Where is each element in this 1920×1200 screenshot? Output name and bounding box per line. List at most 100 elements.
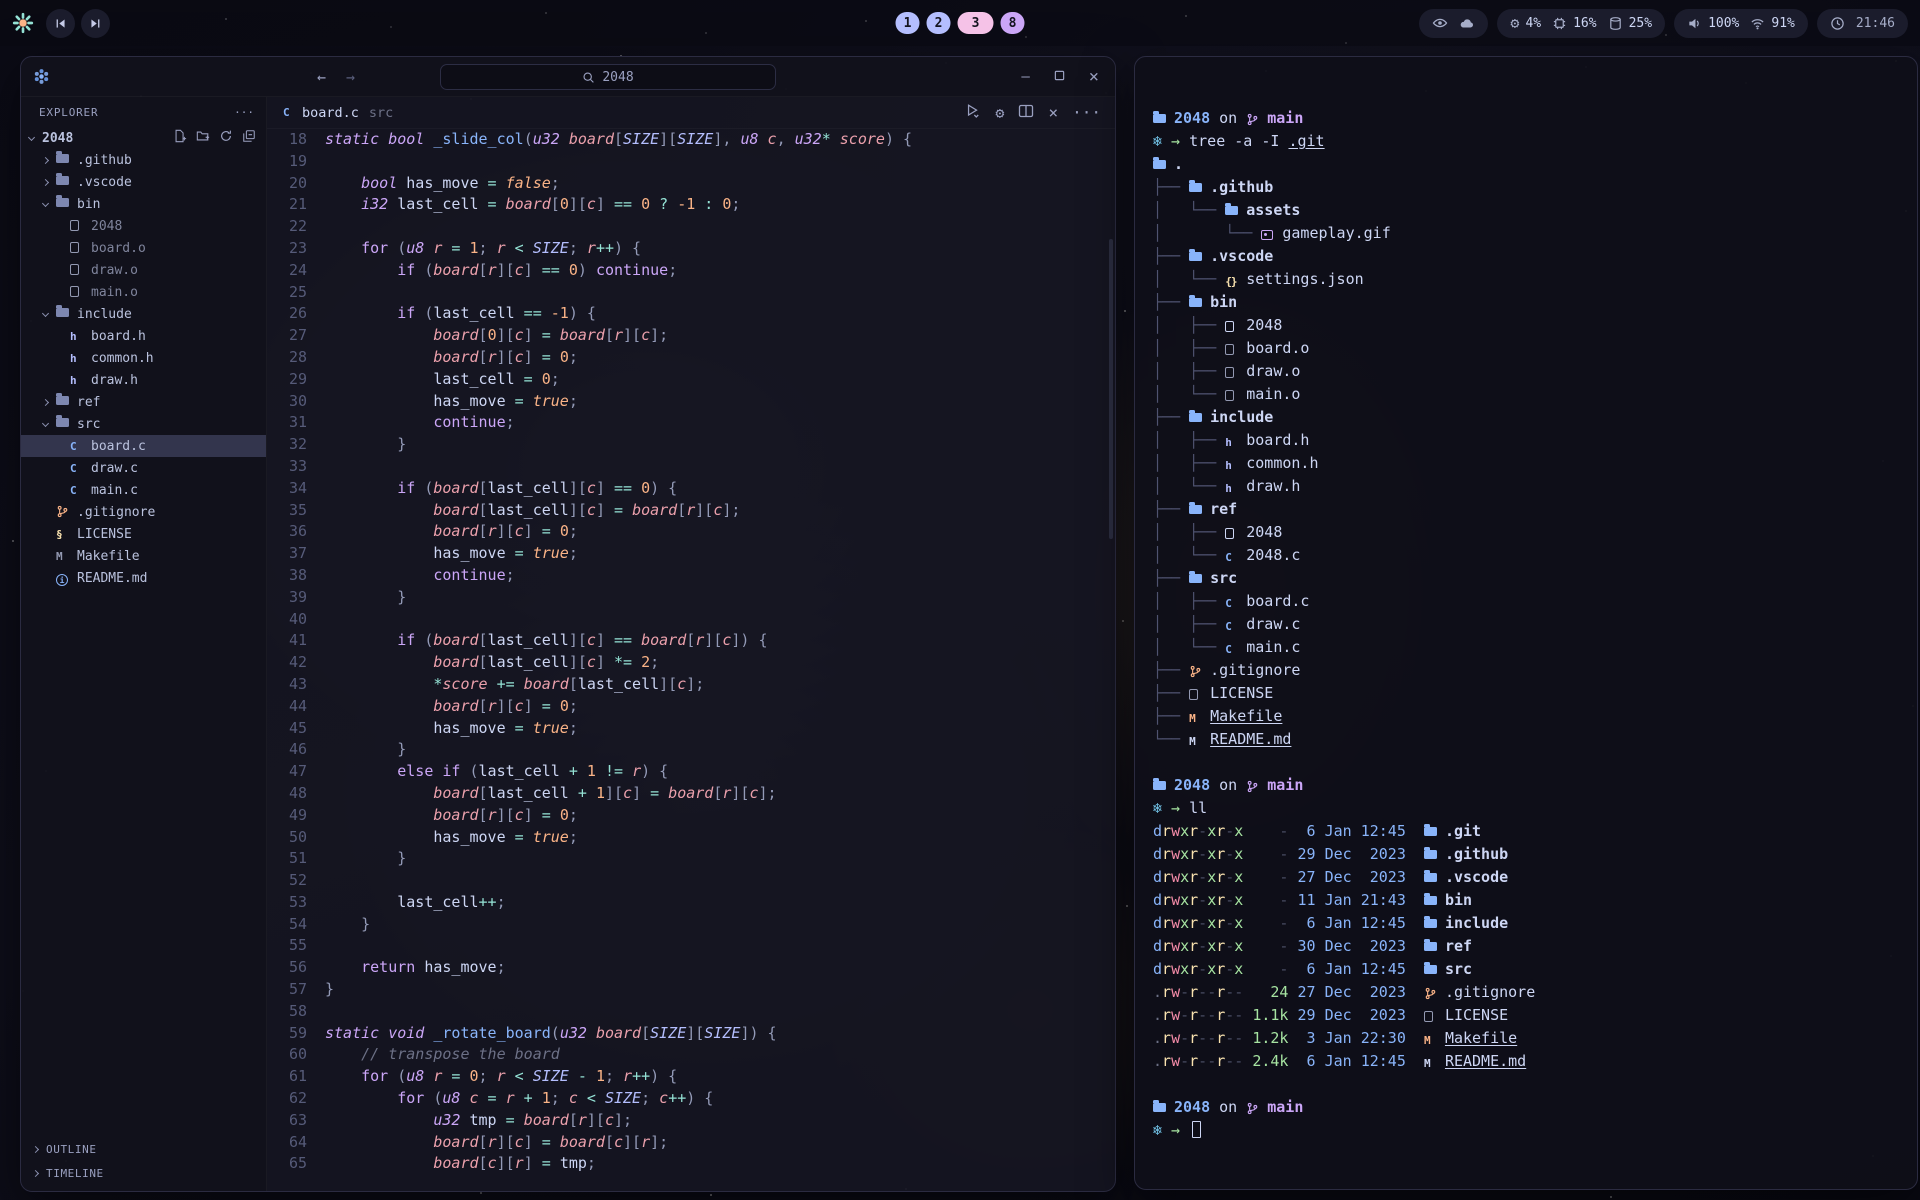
explorer-item-bin[interactable]: bin — [21, 193, 266, 215]
explorer-item-makefile[interactable]: MMakefile — [21, 545, 266, 567]
code-line[interactable]: board[0][c] = board[r][c]; — [325, 325, 1115, 347]
launcher-gear-logo[interactable] — [12, 12, 34, 34]
code-line[interactable]: bool has_move = false; — [325, 173, 1115, 195]
workspace-3[interactable]: 3 — [958, 12, 994, 34]
volume-stat[interactable]: 100% — [1687, 16, 1739, 31]
explorer-item-main-c[interactable]: Cmain.c — [21, 479, 266, 501]
explorer-item-license[interactable]: §LICENSE — [21, 523, 266, 545]
code-line[interactable]: has_move = true; — [325, 718, 1115, 740]
refresh-button[interactable] — [219, 129, 233, 147]
code-line[interactable]: } — [325, 587, 1115, 609]
terminal-command[interactable]: ❄ → ll — [1153, 797, 1899, 820]
code-line[interactable]: board[r][c] = 0; — [325, 347, 1115, 369]
code-line[interactable]: board[last_cell][c] = board[r][c]; — [325, 500, 1115, 522]
run-code-button[interactable] — [965, 103, 981, 123]
explorer-item-readme-md[interactable]: iREADME.md — [21, 567, 266, 589]
tab-board-c[interactable]: C board.c src — [283, 105, 393, 121]
terminal-command[interactable]: ❄ → — [1153, 1119, 1899, 1142]
sidebar-section-timeline[interactable]: TIMELINE — [31, 1161, 266, 1185]
explorer-more-button[interactable]: ··· — [234, 106, 254, 119]
editor-scrollbar[interactable] — [1109, 239, 1113, 539]
code-line[interactable]: for (u8 c = r + 1; c < SIZE; c++) { — [325, 1088, 1115, 1110]
code-editor[interactable]: 1819202122232425262728293031323334353637… — [267, 129, 1115, 1191]
explorer-item--vscode[interactable]: .vscode — [21, 171, 266, 193]
code-line[interactable]: } — [325, 914, 1115, 936]
code-line[interactable]: static void _rotate_board(u32 board[SIZE… — [325, 1023, 1115, 1045]
skip-forward-button[interactable] — [81, 9, 110, 38]
code-line[interactable]: if (last_cell == -1) { — [325, 303, 1115, 325]
skip-back-button[interactable] — [46, 9, 75, 38]
explorer-item-2048[interactable]: 2048 — [21, 127, 266, 149]
explorer-item-draw-o[interactable]: draw.o — [21, 259, 266, 281]
code-line[interactable]: has_move = true; — [325, 543, 1115, 565]
code-line[interactable]: *score += board[last_cell][c]; — [325, 674, 1115, 696]
editor-settings-button[interactable]: ⚙ — [995, 104, 1004, 122]
explorer-item-main-o[interactable]: main.o — [21, 281, 266, 303]
code-line[interactable]: if (board[last_cell][c] == board[r][c]) … — [325, 630, 1115, 652]
explorer-item-draw-c[interactable]: Cdraw.c — [21, 457, 266, 479]
code-line[interactable] — [325, 456, 1115, 478]
more-actions-button[interactable]: ··· — [1072, 103, 1101, 122]
explorer-item--gitignore[interactable]: .gitignore — [21, 501, 266, 523]
explorer-item-board-o[interactable]: board.o — [21, 237, 266, 259]
wifi-stat[interactable]: 91% — [1750, 16, 1794, 31]
code-lines[interactable]: static bool _slide_col(u32 board[SIZE][S… — [325, 129, 1115, 1191]
explorer-item-common-h[interactable]: hcommon.h — [21, 347, 266, 369]
code-line[interactable]: board[r][c] = 0; — [325, 521, 1115, 543]
code-line[interactable]: return has_move; — [325, 957, 1115, 979]
code-line[interactable]: last_cell++; — [325, 892, 1115, 914]
code-line[interactable]: i32 last_cell = board[0][c] == 0 ? -1 : … — [325, 194, 1115, 216]
collapse-all-button[interactable] — [242, 129, 256, 147]
workspace-8[interactable]: 8 — [1001, 12, 1025, 34]
explorer-item-board-c[interactable]: Cboard.c — [21, 435, 266, 457]
code-line[interactable]: u32 tmp = board[r][c]; — [325, 1110, 1115, 1132]
code-line[interactable]: board[last_cell + 1][c] = board[r][c]; — [325, 783, 1115, 805]
code-line[interactable]: } — [325, 848, 1115, 870]
code-line[interactable]: for (u8 r = 1; r < SIZE; r++) { — [325, 238, 1115, 260]
weather-widget[interactable] — [1419, 9, 1488, 38]
sidebar-section-outline[interactable]: OUTLINE — [31, 1137, 266, 1161]
code-line[interactable] — [325, 216, 1115, 238]
code-line[interactable]: } — [325, 739, 1115, 761]
code-line[interactable]: } — [325, 979, 1115, 1001]
code-line[interactable] — [325, 609, 1115, 631]
explorer-item--github[interactable]: .github — [21, 149, 266, 171]
code-line[interactable]: } — [325, 434, 1115, 456]
workspace-1[interactable]: 1 — [896, 12, 920, 34]
close-button[interactable]: × — [1089, 67, 1099, 87]
split-editor-button[interactable] — [1018, 103, 1034, 123]
explorer-item-board-h[interactable]: hboard.h — [21, 325, 266, 347]
code-line[interactable] — [325, 282, 1115, 304]
maximize-button[interactable] — [1054, 69, 1065, 85]
code-line[interactable]: static bool _slide_col(u32 board[SIZE][S… — [325, 129, 1115, 151]
code-line[interactable]: has_move = true; — [325, 827, 1115, 849]
explorer-item-src[interactable]: src — [21, 413, 266, 435]
code-line[interactable]: // transpose the board — [325, 1044, 1115, 1066]
new-folder-button[interactable] — [196, 129, 210, 147]
editor-titlebar[interactable]: ← → 2048 – × — [21, 57, 1115, 97]
code-line[interactable]: board[last_cell][c] *= 2; — [325, 652, 1115, 674]
command-center-search[interactable]: 2048 — [440, 64, 776, 90]
code-line[interactable]: if (board[r][c] == 0) continue; — [325, 260, 1115, 282]
code-line[interactable] — [325, 1001, 1115, 1023]
code-line[interactable]: continue; — [325, 412, 1115, 434]
workspace-2[interactable]: 2 — [927, 12, 951, 34]
code-line[interactable]: last_cell = 0; — [325, 369, 1115, 391]
nav-forward-button[interactable]: → — [346, 68, 355, 86]
code-line[interactable]: board[r][c] = board[c][r]; — [325, 1132, 1115, 1154]
code-line[interactable] — [325, 870, 1115, 892]
code-line[interactable]: board[c][r] = tmp; — [325, 1153, 1115, 1175]
code-line[interactable]: else if (last_cell + 1 != r) { — [325, 761, 1115, 783]
minimize-button[interactable]: – — [1021, 69, 1029, 85]
explorer-item-draw-h[interactable]: hdraw.h — [21, 369, 266, 391]
code-line[interactable]: has_move = true; — [325, 391, 1115, 413]
terminal-window[interactable]: 2048 on main❄ → tree -a -I .git.├── .git… — [1134, 56, 1918, 1190]
nav-back-button[interactable]: ← — [317, 68, 326, 86]
code-line[interactable] — [325, 935, 1115, 957]
code-line[interactable]: for (u8 r = 0; r < SIZE - 1; r++) { — [325, 1066, 1115, 1088]
code-line[interactable]: continue; — [325, 565, 1115, 587]
explorer-item-include[interactable]: include — [21, 303, 266, 325]
close-editor-button[interactable]: × — [1048, 103, 1058, 122]
code-line[interactable]: board[r][c] = 0; — [325, 805, 1115, 827]
new-file-button[interactable] — [173, 129, 187, 147]
